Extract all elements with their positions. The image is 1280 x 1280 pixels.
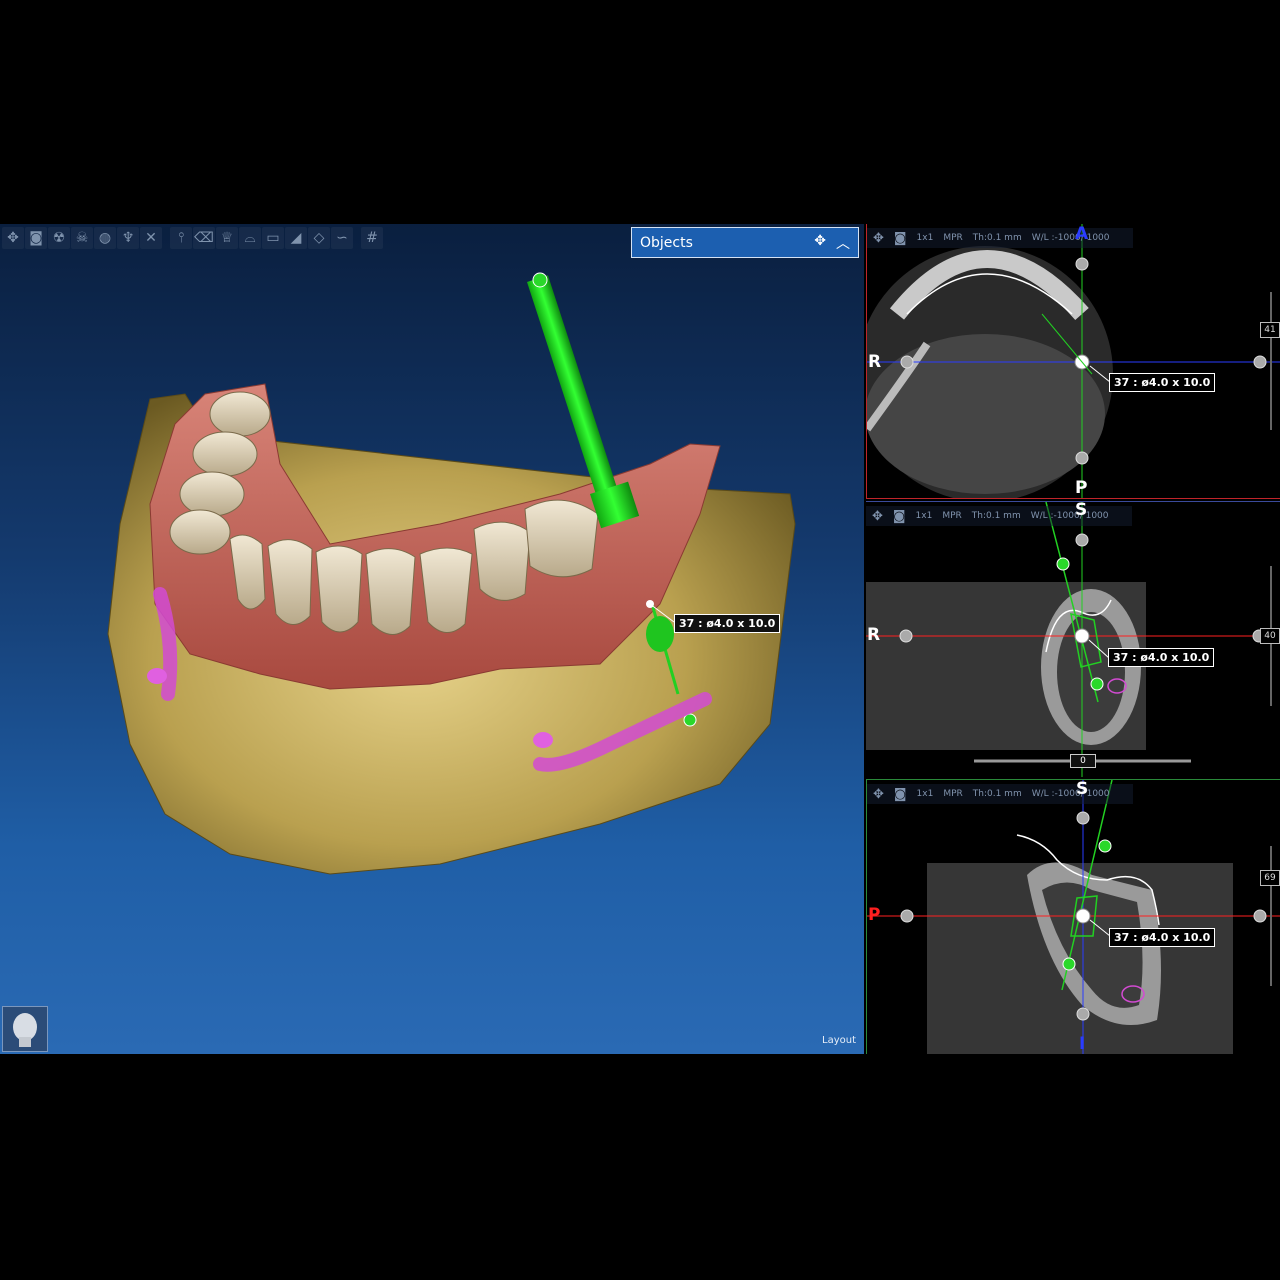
camera-icon[interactable]: ◙ (893, 509, 906, 524)
window-level-text: W/L :-1000/ 1000 (1030, 511, 1109, 521)
head-orientation-button[interactable] (2, 1006, 48, 1052)
layout-text[interactable]: 1x1 (917, 789, 934, 799)
mode-text: MPR (942, 511, 962, 521)
coronal-slice-view[interactable]: ✥ ◙ 1x1 MPR Th:0.1 mm W/L :-1000/ 1000 S… (866, 501, 1280, 777)
layout-text[interactable]: 1x1 (916, 511, 933, 521)
layout-text[interactable]: 1x1 (917, 233, 934, 243)
implant-label-3d[interactable]: 37 : ø4.0 x 10.0 (674, 614, 781, 633)
orient-top: A (1075, 224, 1089, 244)
axial-scroll-track[interactable] (1270, 292, 1272, 430)
mode-text: MPR (943, 789, 963, 799)
orient-left: R (867, 625, 881, 645)
mode-text: MPR (943, 233, 963, 243)
dental-planning-app: ✥ ◙ ☢ ☠ ◍ ♆ ✕ ⫯ ⌫ ♕ ⌓ ▭ ◢ ◇ ∽ # Objects … (0, 224, 1280, 1054)
orient-bottom: I (1079, 1034, 1086, 1054)
orient-top: S (1075, 501, 1088, 520)
orient-left: P (868, 905, 881, 925)
axial-slice-index[interactable]: 41 (1260, 322, 1280, 338)
thickness-text: Th:0.1 mm (972, 233, 1022, 243)
window-level-text: W/L :-1000/ 1000 (1031, 789, 1110, 799)
implant-label-sagittal[interactable]: 37 : ø4.0 x 10.0 (1109, 928, 1216, 947)
orient-left: R (868, 352, 882, 372)
sagittal-slice-index[interactable]: 69 (1260, 870, 1280, 886)
move-icon[interactable]: ✥ (873, 231, 884, 246)
sagittal-slice-toolbar: ✥ ◙ 1x1 MPR Th:0.1 mm W/L :-1000/ 1000 (867, 784, 1133, 804)
coronal-offset-slider[interactable]: 0 (1070, 754, 1096, 768)
move-icon[interactable]: ✥ (873, 787, 884, 802)
coronal-slice-toolbar: ✥ ◙ 1x1 MPR Th:0.1 mm W/L :-1000/ 1000 (866, 506, 1132, 526)
orient-bottom: P (1075, 478, 1088, 498)
move-icon[interactable]: ✥ (872, 509, 883, 524)
thickness-text: Th:0.1 mm (971, 511, 1021, 521)
coronal-slice-index[interactable]: 40 (1260, 628, 1280, 644)
axial-slice-toolbar: ✥ ◙ 1x1 MPR Th:0.1 mm W/L :-1000/ 1000 (867, 228, 1133, 248)
3d-viewport[interactable]: ✥ ◙ ☢ ☠ ◍ ♆ ✕ ⫯ ⌫ ♕ ⌓ ▭ ◢ ◇ ∽ # Objects … (0, 224, 864, 1054)
mandible-3d-model[interactable] (0, 224, 864, 1054)
sagittal-scroll-track[interactable] (1270, 846, 1272, 986)
implant-label-coronal[interactable]: 37 : ø4.0 x 10.0 (1108, 648, 1215, 667)
sagittal-slice-view[interactable]: ✥ ◙ 1x1 MPR Th:0.1 mm W/L :-1000/ 1000 S… (866, 779, 1280, 1054)
thickness-text: Th:0.1 mm (972, 789, 1022, 799)
camera-icon[interactable]: ◙ (894, 231, 907, 246)
axial-slice-view[interactable]: ✥ ◙ 1x1 MPR Th:0.1 mm W/L :-1000/ 1000 A… (866, 224, 1280, 499)
implant-label-axial[interactable]: 37 : ø4.0 x 10.0 (1109, 373, 1216, 392)
layout-label[interactable]: Layout (822, 1035, 856, 1046)
window-level-text: W/L :-1000/ 1000 (1031, 233, 1110, 243)
camera-icon[interactable]: ◙ (894, 787, 907, 802)
orient-top: S (1076, 779, 1089, 799)
